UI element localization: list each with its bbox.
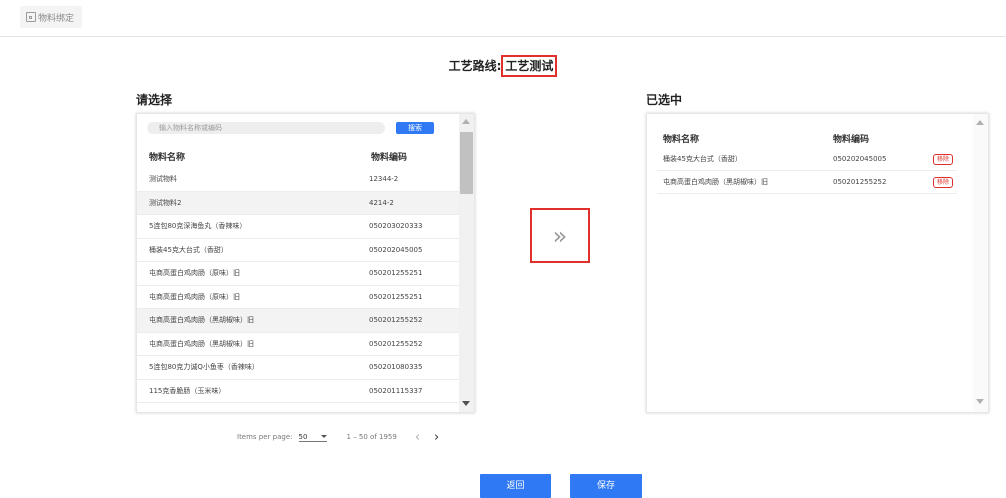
row-name: 屯商高蛋白鸡肉肠（黑胡椒味）旧 (149, 339, 254, 348)
row-name: 5连包80克力诚Q小鱼枣（香辣味） (149, 363, 259, 372)
row-code: 050201255251 (369, 292, 423, 301)
row-code: 050201115337 (369, 386, 423, 395)
transfer-right-button[interactable]: » (530, 208, 590, 263)
caret-down-icon (320, 435, 327, 438)
page-size-value: 50 (298, 432, 308, 441)
route-name: 工艺测试 (501, 55, 558, 77)
selected-row: 桶装45克大台式（香甜） 050202045005 移除 (657, 148, 957, 171)
row-name: 屯商高蛋白鸡肉肠（原味）旧 (149, 269, 240, 278)
route-title: 工艺路线: 工艺测试 (0, 55, 1006, 77)
row-name: 5连包80克深海鱼丸（香辣味） (149, 222, 247, 231)
table-header: 物料名称 物料编码 (149, 148, 457, 164)
row-code: 050201255251 (369, 269, 423, 278)
row-name: 桶装45克大台式（香甜） (149, 245, 228, 254)
tab-bar: 物料绑定 (0, 0, 1006, 37)
page-size-select[interactable]: 50 (298, 432, 327, 442)
page-range: 1 – 50 of 1959 (346, 433, 397, 441)
available-materials-panel: 输入物料名称或编码 搜索 物料名称 物料编码 测试物料 12344-2 测试物料2… (136, 113, 475, 413)
scroll-thumb[interactable] (460, 132, 473, 194)
row-name: 测试物料 (149, 175, 177, 184)
search-input[interactable]: 输入物料名称或编码 (147, 122, 385, 134)
remove-button[interactable]: 移除 (933, 176, 954, 188)
row-code: 050201080335 (369, 363, 423, 372)
row-name: 桶装45克大台式（香甜） (663, 155, 742, 163)
table-row[interactable]: 5连包80克深海鱼丸（香辣味） 050203020333 (137, 215, 459, 239)
row-name: 测试物料2 (149, 198, 182, 207)
table-row[interactable]: 屯商高蛋白鸡肉肠（原味）旧 050201255251 (137, 286, 459, 309)
row-name: 屯商高蛋白鸡肉肠（原味）旧 (149, 292, 240, 301)
scroll-up-icon[interactable] (462, 119, 470, 124)
table-row[interactable]: 115克香脆肠（玉米味） 050201115337 (137, 380, 459, 403)
table-row[interactable]: 测试物料 12344-2 (137, 168, 459, 192)
table-row[interactable]: 屯商高蛋白鸡肉肠（黑胡椒味）旧 050201255252 (137, 309, 459, 333)
column-header-code: 物料编码 (371, 152, 408, 163)
scroll-down-icon[interactable] (976, 399, 984, 404)
scroll-up-icon[interactable] (976, 120, 984, 125)
double-chevron-right-icon: » (552, 221, 568, 250)
table-row[interactable]: 测试物料2 4214-2 (137, 191, 459, 215)
row-name: 115克香脆肠（玉米味） (149, 386, 226, 395)
back-button[interactable]: 返回 (480, 474, 551, 498)
previous-page-icon[interactable]: ‹ (415, 430, 420, 445)
right-scrollbar[interactable] (973, 114, 988, 412)
left-scrollbar[interactable] (459, 114, 474, 412)
route-prefix: 工艺路线: (448, 59, 502, 73)
selected-list: 桶装45克大台式（香甜） 050202045005 移除 屯商高蛋白鸡肉肠（黑胡… (657, 148, 957, 194)
table-row[interactable]: 屯商高蛋白鸡肉肠（原味）旧 050201255251 (137, 262, 459, 286)
table-row[interactable]: 屯商高蛋白鸡肉肠（黑胡椒味）旧 050201255252 (137, 333, 459, 356)
row-name: 屯商高蛋白鸡肉肠（黑胡椒味）旧 (663, 178, 768, 186)
search-button[interactable]: 搜索 (396, 122, 434, 134)
table-row[interactable]: 桶装45克大台式（香甜） 050202045005 (137, 239, 459, 262)
save-button[interactable]: 保存 (570, 474, 642, 498)
row-code: 050201255252 (833, 178, 887, 186)
left-section-title: 请选择 (136, 93, 173, 107)
tab-label: 物料绑定 (38, 13, 75, 24)
scroll-down-icon[interactable] (462, 401, 470, 406)
remove-button[interactable]: 移除 (933, 153, 954, 165)
binding-icon (26, 12, 36, 22)
selected-table-header: 物料名称 物料编码 (663, 131, 963, 145)
row-code: 12344-2 (369, 175, 399, 184)
available-list: 测试物料 12344-2 测试物料2 4214-2 5连包80克深海鱼丸（香辣味） 0… (137, 168, 459, 403)
row-code: 050202045005 (369, 245, 423, 254)
selected-materials-panel: 物料名称 物料编码 桶装45克大台式（香甜） 050202045005 移除 屯… (646, 113, 989, 413)
items-per-page-label: Items per page: (237, 433, 293, 441)
tab-material-binding[interactable]: 物料绑定 (20, 6, 83, 28)
row-code: 050202045005 (833, 155, 887, 163)
column-header-code: 物料编码 (833, 134, 870, 145)
row-name: 屯商高蛋白鸡肉肠（黑胡椒味）旧 (149, 316, 254, 325)
table-row[interactable]: 5连包80克力诚Q小鱼枣（香辣味） 050201080335 (137, 356, 459, 380)
row-code: 050203020333 (369, 222, 423, 231)
row-code: 050201255252 (369, 339, 423, 348)
row-code: 050201255252 (369, 316, 423, 325)
right-section-title: 已选中 (646, 93, 683, 107)
selected-row: 屯商高蛋白鸡肉肠（黑胡椒味）旧 050201255252 移除 (657, 171, 957, 194)
column-header-name: 物料名称 (663, 134, 700, 145)
row-code: 4214-2 (369, 198, 394, 207)
paginator: Items per page: 50 1 – 50 of 1959 ‹ › (237, 430, 439, 445)
column-header-name: 物料名称 (149, 152, 186, 163)
search-bar: 输入物料名称或编码 搜索 (147, 122, 457, 134)
next-page-icon[interactable]: › (434, 430, 439, 445)
